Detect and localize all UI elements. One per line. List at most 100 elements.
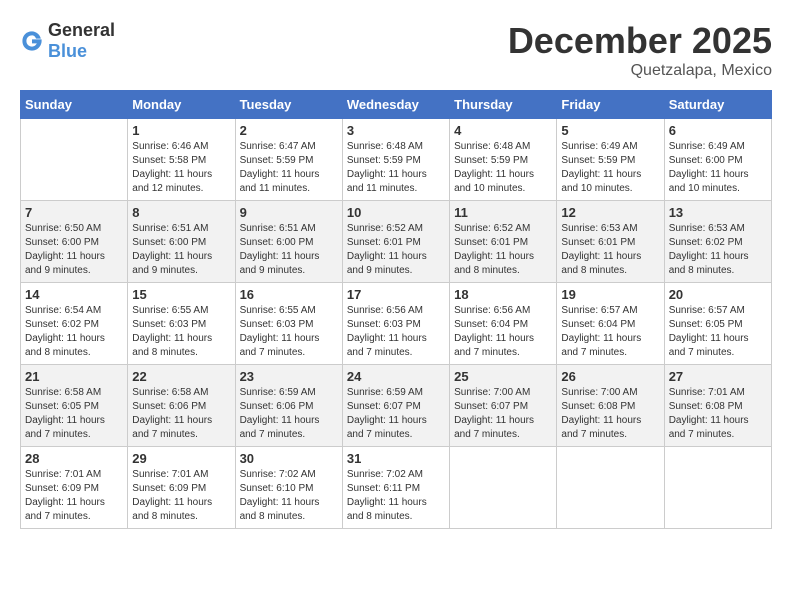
table-row xyxy=(557,447,664,529)
location-subtitle: Quetzalapa, Mexico xyxy=(508,62,772,80)
col-monday: Monday xyxy=(128,91,235,119)
day-number: 5 xyxy=(561,123,659,138)
table-row: 24 Sunrise: 6:59 AMSunset: 6:07 PMDayligh… xyxy=(342,365,449,447)
day-number: 1 xyxy=(132,123,230,138)
calendar-week-row: 1Sunrise: 6:46 AMSunset: 5:58 PMDaylight… xyxy=(21,119,772,201)
day-number: 9 xyxy=(240,205,338,220)
day-number: 23 xyxy=(240,369,338,384)
table-row: 13 Sunrise: 6:53 AMSunset: 6:02 PMDayligh… xyxy=(664,201,771,283)
day-number: 7 xyxy=(25,205,123,220)
day-number: 14 xyxy=(25,287,123,302)
day-info: Sunrise: 7:02 AMSunset: 6:11 PMDaylight:… xyxy=(347,468,445,524)
day-info: Sunrise: 7:02 AMSunset: 6:10 PMDaylight:… xyxy=(240,468,338,524)
table-row: 4 Sunrise: 6:48 AMSunset: 5:59 PMDaylight… xyxy=(450,119,557,201)
day-number: 10 xyxy=(347,205,445,220)
col-tuesday: Tuesday xyxy=(235,91,342,119)
day-number: 4 xyxy=(454,123,552,138)
day-info: Sunrise: 6:52 AMSunset: 6:01 PMDaylight:… xyxy=(454,222,552,278)
day-info: Sunrise: 6:58 AMSunset: 6:05 PMDaylight:… xyxy=(25,386,123,442)
day-number: 29 xyxy=(132,451,230,466)
day-number: 19 xyxy=(561,287,659,302)
col-thursday: Thursday xyxy=(450,91,557,119)
day-info: Sunrise: 6:50 AMSunset: 6:00 PMDaylight:… xyxy=(25,222,123,278)
table-row: 15Sunrise: 6:55 AMSunset: 6:03 PMDayligh… xyxy=(128,283,235,365)
table-row: 14 Sunrise: 6:54 AMSunset: 6:02 PMDayligh… xyxy=(21,283,128,365)
table-row: 19Sunrise: 6:57 AMSunset: 6:04 PMDayligh… xyxy=(557,283,664,365)
day-info: Sunrise: 6:56 AMSunset: 6:03 PMDaylight:… xyxy=(347,304,445,360)
day-info: Sunrise: 6:59 AMSunset: 6:07 PMDaylight:… xyxy=(347,386,445,442)
calendar-header-row: Sunday Monday Tuesday Wednesday Thursday… xyxy=(21,91,772,119)
calendar-week-row: 28 Sunrise: 7:01 AMSunset: 6:09 PMDayligh… xyxy=(21,447,772,529)
day-info: Sunrise: 7:01 AMSunset: 6:09 PMDaylight:… xyxy=(25,468,123,524)
calendar-table: Sunday Monday Tuesday Wednesday Thursday… xyxy=(20,90,772,529)
table-row: 30 Sunrise: 7:02 AMSunset: 6:10 PMDayligh… xyxy=(235,447,342,529)
table-row: 28 Sunrise: 7:01 AMSunset: 6:09 PMDayligh… xyxy=(21,447,128,529)
col-wednesday: Wednesday xyxy=(342,91,449,119)
col-sunday: Sunday xyxy=(21,91,128,119)
day-info: Sunrise: 6:53 AMSunset: 6:01 PMDaylight:… xyxy=(561,222,659,278)
day-number: 30 xyxy=(240,451,338,466)
table-row: 2 Sunrise: 6:47 AMSunset: 5:59 PMDaylight… xyxy=(235,119,342,201)
day-info: Sunrise: 6:49 AMSunset: 5:59 PMDaylight:… xyxy=(561,140,659,196)
calendar-week-row: 7 Sunrise: 6:50 AMSunset: 6:00 PMDaylight… xyxy=(21,201,772,283)
table-row xyxy=(21,119,128,201)
day-info: Sunrise: 6:51 AMSunset: 6:00 PMDaylight:… xyxy=(240,222,338,278)
day-number: 20 xyxy=(669,287,767,302)
day-number: 16 xyxy=(240,287,338,302)
day-info: Sunrise: 6:51 AMSunset: 6:00 PMDaylight:… xyxy=(132,222,230,278)
col-friday: Friday xyxy=(557,91,664,119)
table-row: 9 Sunrise: 6:51 AMSunset: 6:00 PMDaylight… xyxy=(235,201,342,283)
day-info: Sunrise: 6:53 AMSunset: 6:02 PMDaylight:… xyxy=(669,222,767,278)
day-info: Sunrise: 7:01 AMSunset: 6:08 PMDaylight:… xyxy=(669,386,767,442)
table-row: 12 Sunrise: 6:53 AMSunset: 6:01 PMDayligh… xyxy=(557,201,664,283)
table-row: 6 Sunrise: 6:49 AMSunset: 6:00 PMDaylight… xyxy=(664,119,771,201)
day-info: Sunrise: 6:54 AMSunset: 6:02 PMDaylight:… xyxy=(25,304,123,360)
table-row: 25 Sunrise: 7:00 AMSunset: 6:07 PMDayligh… xyxy=(450,365,557,447)
table-row: 31 Sunrise: 7:02 AMSunset: 6:11 PMDayligh… xyxy=(342,447,449,529)
day-info: Sunrise: 6:48 AMSunset: 5:59 PMDaylight:… xyxy=(454,140,552,196)
logo-general-text: General xyxy=(48,20,115,40)
table-row xyxy=(664,447,771,529)
table-row: 1Sunrise: 6:46 AMSunset: 5:58 PMDaylight… xyxy=(128,119,235,201)
day-number: 8 xyxy=(132,205,230,220)
day-number: 24 xyxy=(347,369,445,384)
day-number: 21 xyxy=(25,369,123,384)
table-row: 29 Sunrise: 7:01 AMSunset: 6:09 PMDayligh… xyxy=(128,447,235,529)
day-number: 25 xyxy=(454,369,552,384)
col-saturday: Saturday xyxy=(664,91,771,119)
logo: General Blue xyxy=(20,20,115,62)
day-info: Sunrise: 7:01 AMSunset: 6:09 PMDaylight:… xyxy=(132,468,230,524)
calendar-week-row: 14 Sunrise: 6:54 AMSunset: 6:02 PMDayligh… xyxy=(21,283,772,365)
day-info: Sunrise: 6:57 AMSunset: 6:05 PMDaylight:… xyxy=(669,304,767,360)
month-year-title: December 2025 xyxy=(508,20,772,62)
day-number: 13 xyxy=(669,205,767,220)
table-row: 5 Sunrise: 6:49 AMSunset: 5:59 PMDaylight… xyxy=(557,119,664,201)
day-number: 12 xyxy=(561,205,659,220)
day-number: 6 xyxy=(669,123,767,138)
day-info: Sunrise: 7:00 AMSunset: 6:07 PMDaylight:… xyxy=(454,386,552,442)
day-info: Sunrise: 6:56 AMSunset: 6:04 PMDaylight:… xyxy=(454,304,552,360)
table-row: 11 Sunrise: 6:52 AMSunset: 6:01 PMDayligh… xyxy=(450,201,557,283)
table-row: 21 Sunrise: 6:58 AMSunset: 6:05 PMDayligh… xyxy=(21,365,128,447)
table-row: 23Sunrise: 6:59 AMSunset: 6:06 PMDayligh… xyxy=(235,365,342,447)
day-number: 27 xyxy=(669,369,767,384)
table-row: 8 Sunrise: 6:51 AMSunset: 6:00 PMDaylight… xyxy=(128,201,235,283)
day-info: Sunrise: 6:55 AMSunset: 6:03 PMDaylight:… xyxy=(240,304,338,360)
table-row: 22Sunrise: 6:58 AMSunset: 6:06 PMDayligh… xyxy=(128,365,235,447)
page-header: General Blue December 2025 Quetzalapa, M… xyxy=(20,20,772,80)
table-row: 27 Sunrise: 7:01 AMSunset: 6:08 PMDayligh… xyxy=(664,365,771,447)
day-info: Sunrise: 7:00 AMSunset: 6:08 PMDaylight:… xyxy=(561,386,659,442)
day-number: 31 xyxy=(347,451,445,466)
day-info: Sunrise: 6:47 AMSunset: 5:59 PMDaylight:… xyxy=(240,140,338,196)
day-number: 11 xyxy=(454,205,552,220)
day-number: 2 xyxy=(240,123,338,138)
logo-blue-text: Blue xyxy=(48,41,87,61)
day-info: Sunrise: 6:52 AMSunset: 6:01 PMDaylight:… xyxy=(347,222,445,278)
day-info: Sunrise: 6:48 AMSunset: 5:59 PMDaylight:… xyxy=(347,140,445,196)
generalblue-icon xyxy=(20,29,44,53)
day-number: 3 xyxy=(347,123,445,138)
day-info: Sunrise: 6:49 AMSunset: 6:00 PMDaylight:… xyxy=(669,140,767,196)
day-number: 28 xyxy=(25,451,123,466)
table-row: 18 Sunrise: 6:56 AMSunset: 6:04 PMDayligh… xyxy=(450,283,557,365)
day-number: 18 xyxy=(454,287,552,302)
